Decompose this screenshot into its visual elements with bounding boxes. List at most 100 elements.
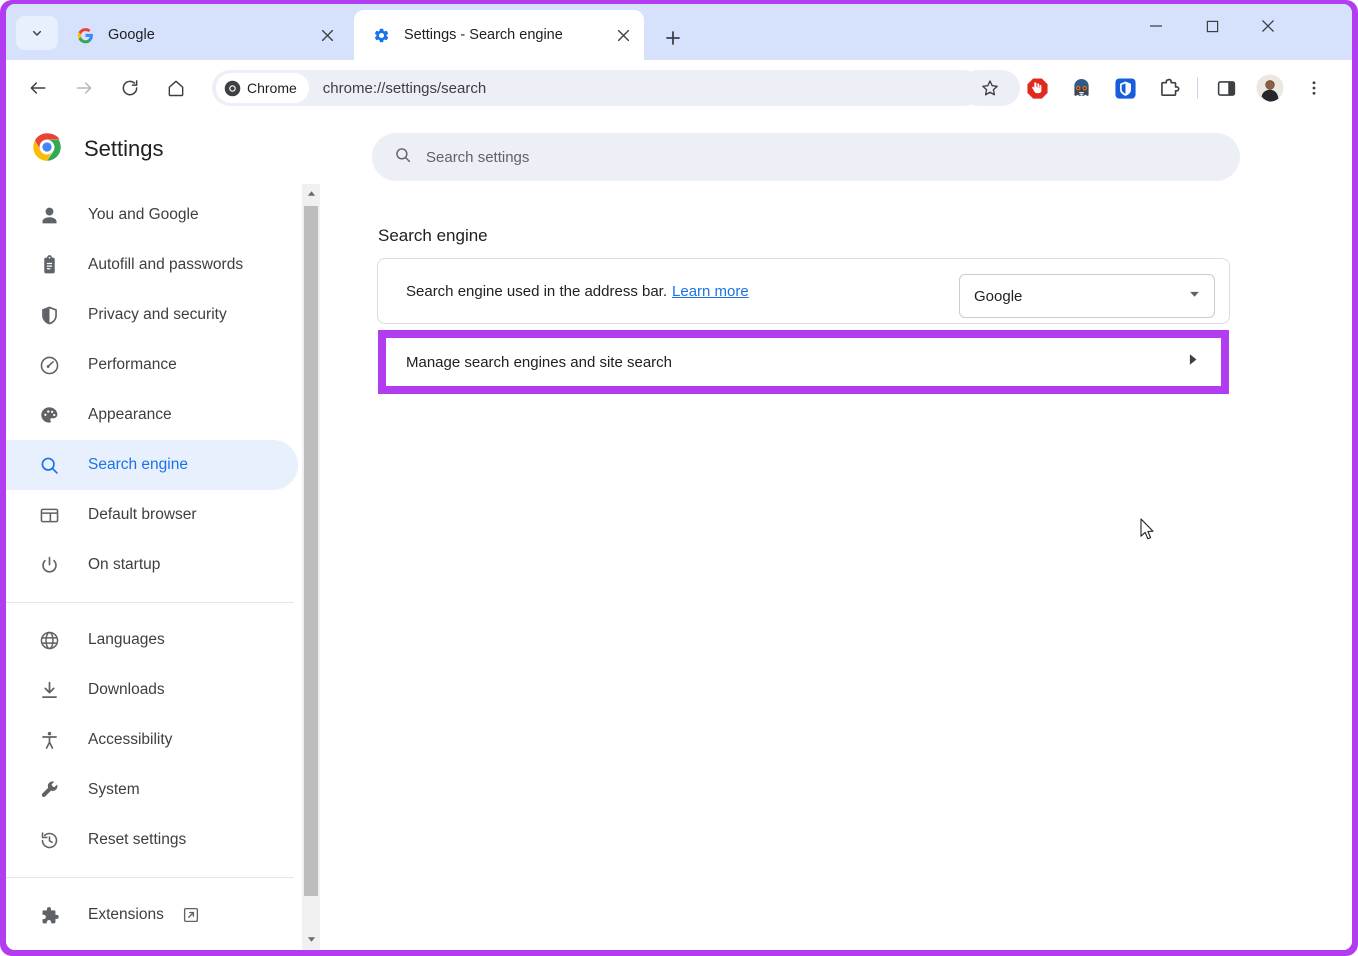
sidebar-item-extensions[interactable]: Extensions <box>6 890 298 940</box>
sidebar-scrollbar[interactable] <box>302 184 320 950</box>
sidebar-item-privacy-and-security[interactable]: Privacy and security <box>6 290 298 340</box>
scrollbar-up-arrow[interactable] <box>302 184 320 202</box>
puzzle-piece-icon <box>38 904 60 926</box>
browser-window: Google Settings - Search engine Chrome c… <box>6 4 1352 950</box>
sidebar-item-performance[interactable]: Performance <box>6 340 298 390</box>
tab-title: Settings - Search engine <box>404 27 563 43</box>
sidebar-item-accessibility[interactable]: Accessibility <box>6 715 298 765</box>
ghostery-icon[interactable] <box>1059 70 1103 106</box>
sidebar-item-system[interactable]: System <box>6 765 298 815</box>
sidebar-item-autofill-and-passwords[interactable]: Autofill and passwords <box>6 240 298 290</box>
search-engine-dropdown[interactable]: Google <box>959 274 1215 318</box>
sidebar-item-label: Reset settings <box>88 831 187 848</box>
sidebar-item-label: Downloads <box>88 681 165 698</box>
shield-icon <box>38 304 60 326</box>
wrench-icon <box>38 779 60 801</box>
sidebar-item-appearance[interactable]: Appearance <box>6 390 298 440</box>
new-tab-button[interactable] <box>656 21 690 55</box>
window-close-button[interactable] <box>1240 4 1296 48</box>
back-button[interactable] <box>20 70 56 106</box>
chevron-right-icon <box>1186 353 1199 371</box>
window-minimize-button[interactable] <box>1128 4 1184 48</box>
sidebar-item-label: Privacy and security <box>88 306 227 323</box>
bitwarden-icon[interactable] <box>1103 70 1147 106</box>
learn-more-link[interactable]: Learn more <box>672 283 749 300</box>
arrow-right-icon <box>76 82 92 94</box>
forward-button[interactable] <box>66 70 102 106</box>
profile-avatar[interactable] <box>1248 70 1292 106</box>
toolbar-divider <box>1197 77 1198 99</box>
annotated-window-frame: Google Settings - Search engine Chrome c… <box>0 0 1358 956</box>
sidebar-item-label: Extensions <box>88 906 164 923</box>
manage-search-engines-highlight: Manage search engines and site search <box>378 330 1229 394</box>
window-maximize-button[interactable] <box>1184 4 1240 48</box>
settings-page: Settings You and Google Autofill and pas… <box>6 116 1352 950</box>
sidebar-item-label: You and Google <box>88 206 199 223</box>
browser-window-icon <box>38 504 60 526</box>
search-engine-card: Search engine used in the address bar. L… <box>377 258 1230 324</box>
section-heading: Search engine <box>378 226 488 245</box>
sidebar-item-label: Languages <box>88 631 165 648</box>
row-default-search-engine: Search engine used in the address bar. L… <box>378 259 1229 323</box>
sidebar-item-on-startup[interactable]: On startup <box>6 540 298 590</box>
bookmark-star-button[interactable] <box>960 70 1020 106</box>
globe-icon <box>38 629 60 651</box>
tab-search-button[interactable] <box>16 16 58 50</box>
gear-icon <box>372 26 390 44</box>
search-icon <box>38 454 60 476</box>
omnibox-chrome-chip: Chrome <box>216 73 309 103</box>
scrollbar-thumb[interactable] <box>304 206 318 896</box>
row-label: Manage search engines and site search <box>406 353 673 371</box>
reload-icon <box>122 80 138 96</box>
caret-up-icon <box>307 190 315 196</box>
toolbar-extension-icons <box>1015 70 1336 106</box>
chrome-logo-icon <box>224 80 241 96</box>
three-dot-menu-icon[interactable] <box>1292 70 1336 106</box>
settings-nav-list: You and Google Autofill and passwords Pr… <box>6 190 306 940</box>
omnibox-chip-label: Chrome <box>247 80 297 96</box>
tab-google[interactable]: Google <box>58 10 348 60</box>
search-engine-selected-value: Google <box>974 287 1023 305</box>
settings-header: Settings <box>6 116 306 182</box>
maximize-icon <box>1206 20 1218 32</box>
sidebar-item-reset-settings[interactable]: Reset settings <box>6 815 298 865</box>
palette-icon <box>38 404 60 426</box>
omnibox-url-text: chrome://settings/search <box>322 79 487 97</box>
address-bar[interactable]: Chrome chrome://settings/search <box>212 70 982 106</box>
chrome-logo-icon <box>32 132 62 167</box>
row-manage-search-engines[interactable]: Manage search engines and site search <box>386 338 1221 386</box>
caret-down-icon <box>307 936 315 942</box>
minimize-icon <box>1150 25 1162 27</box>
side-panel-icon[interactable] <box>1204 70 1248 106</box>
adblock-icon[interactable] <box>1015 70 1059 106</box>
arrow-left-icon <box>30 82 46 94</box>
sidebar-item-label: Accessibility <box>88 731 173 748</box>
sidebar-item-label: Appearance <box>88 406 172 423</box>
reload-button[interactable] <box>112 70 148 106</box>
sidebar-item-default-browser[interactable]: Default browser <box>6 490 298 540</box>
tab-close-button[interactable] <box>610 22 636 48</box>
google-icon <box>76 26 94 44</box>
extensions-puzzle-icon[interactable] <box>1147 70 1191 106</box>
history-restore-icon <box>38 829 60 851</box>
sidebar-item-label: Performance <box>88 356 177 373</box>
sidebar-item-you-and-google[interactable]: You and Google <box>6 190 298 240</box>
search-icon <box>394 146 412 169</box>
chevron-down-icon <box>1189 287 1200 305</box>
close-icon <box>1262 20 1274 32</box>
sidebar-item-search-engine[interactable]: Search engine <box>6 440 298 490</box>
sidebar-item-label: Autofill and passwords <box>88 256 244 273</box>
speedometer-icon <box>38 354 60 376</box>
tab-close-button[interactable] <box>314 22 340 48</box>
scrollbar-down-arrow[interactable] <box>302 930 320 948</box>
search-settings-input[interactable]: Search settings <box>372 133 1240 181</box>
home-button[interactable] <box>158 70 194 106</box>
tab-settings-search-engine[interactable]: Settings - Search engine <box>354 10 644 60</box>
plus-icon <box>666 31 680 45</box>
sidebar-item-languages[interactable]: Languages <box>6 615 298 665</box>
sidebar-divider <box>6 602 294 603</box>
chevron-down-icon <box>32 30 42 36</box>
sidebar-item-label: Search engine <box>88 456 188 473</box>
settings-sidebar: Settings You and Google Autofill and pas… <box>6 116 320 950</box>
sidebar-item-downloads[interactable]: Downloads <box>6 665 298 715</box>
